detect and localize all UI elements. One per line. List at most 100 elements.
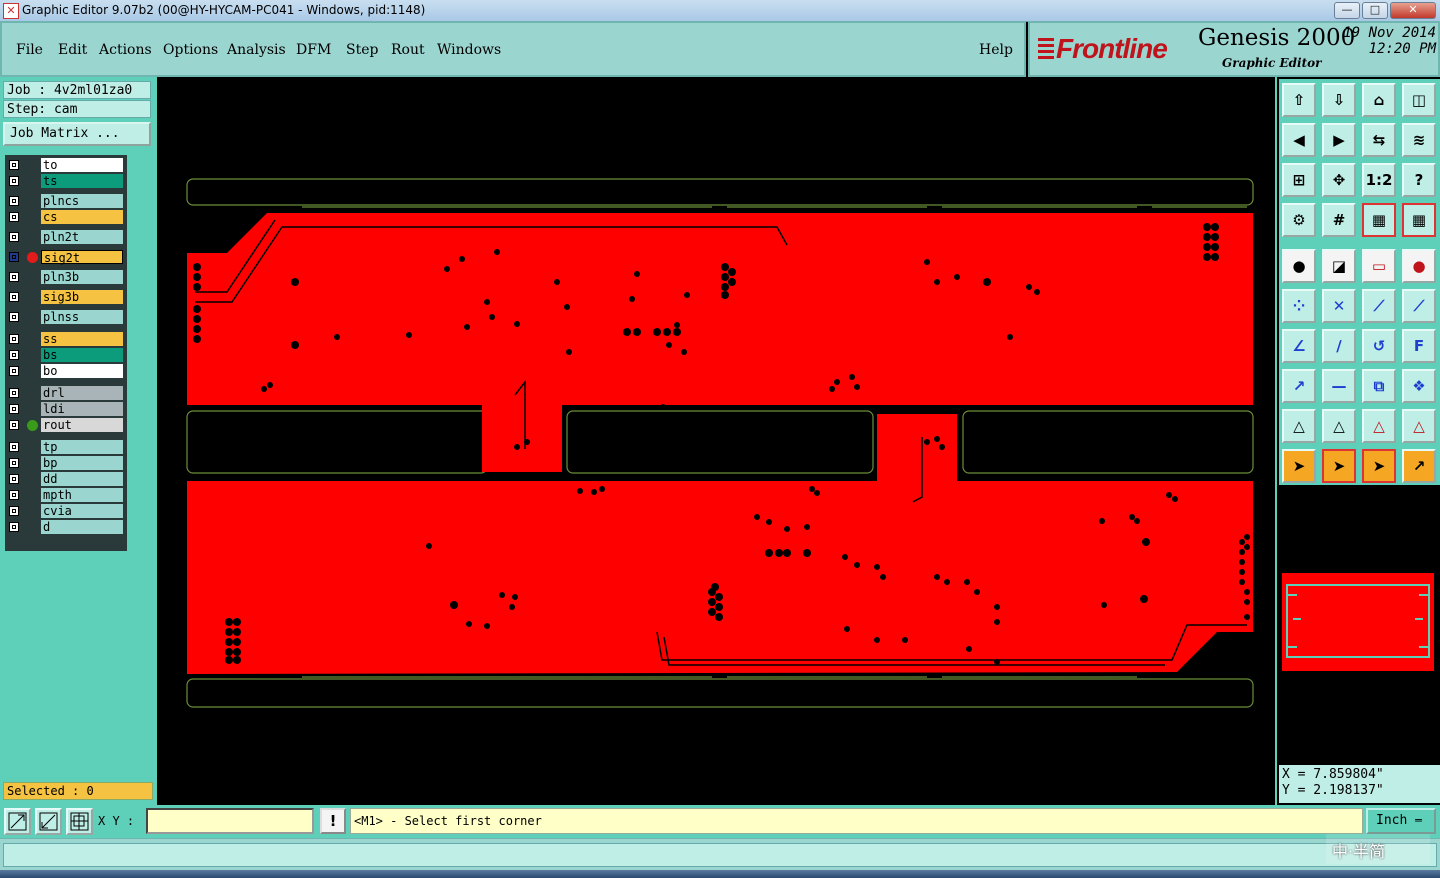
menu-options[interactable]: Options [163,42,218,58]
group-icon[interactable]: ❖ [1402,369,1436,403]
layer-checkbox[interactable] [9,272,19,282]
layer-row-ts[interactable]: ts [5,174,127,189]
layer-row-cvia[interactable]: cvia [5,504,127,519]
pointer-icon[interactable]: ➤ [1282,449,1316,483]
layer-row-d[interactable]: d [5,520,127,535]
resize-icon[interactable]: ↗ [1282,369,1316,403]
slope-icon[interactable]: ∕ [1322,329,1356,363]
layer-checkbox[interactable] [9,212,19,222]
layer-row-bo[interactable]: bo [5,364,127,379]
menu-step[interactable]: Step [346,42,378,58]
layer-row-plncs[interactable]: plncs [5,194,127,209]
layer-row-drl[interactable]: drl [5,386,127,401]
layer-row-ss[interactable]: ss [5,332,127,347]
layer-checkbox[interactable] [9,522,19,532]
layer-checkbox[interactable] [9,292,19,302]
ime-indicator[interactable]: 中·半简 [1326,834,1430,864]
layer-checkbox[interactable] [9,506,19,516]
net-icon[interactable]: ⁘ [1282,289,1316,323]
menu-dfm[interactable]: DFM [296,42,331,58]
properties-icon[interactable]: ⚙ [1282,203,1316,237]
menu-windows[interactable]: Windows [437,42,501,58]
select-chain-icon[interactable]: ↗ [1402,449,1436,483]
layer-checkbox[interactable] [9,474,19,484]
maximize-button[interactable]: □ [1362,2,1388,19]
triangle-a-icon[interactable]: △ [1282,409,1316,443]
menu-help[interactable]: Help [979,42,1013,58]
layer-row-sig3b[interactable]: sig3b [5,290,127,305]
layer-row-to[interactable]: to [5,158,127,173]
warning-button[interactable]: ! [320,808,346,834]
layer-checkbox[interactable] [9,366,19,376]
menu-file[interactable]: File [16,42,43,58]
layer-row-ldi[interactable]: ldi [5,402,127,417]
home-icon[interactable]: ⌂ [1362,83,1396,117]
layer-checkbox[interactable] [9,334,19,344]
triangle-d-icon[interactable]: △ [1402,409,1436,443]
cut-icon[interactable]: — [1322,369,1356,403]
layer-row-pln2t[interactable]: pln2t [5,230,127,245]
layer-checkbox[interactable] [9,252,19,262]
unit-selector[interactable]: Inch ═ [1366,808,1436,834]
layer-row-pln3b[interactable]: pln3b [5,270,127,285]
layer-row-sig2t[interactable]: sig2t [5,250,127,265]
triangle-c-icon[interactable]: △ [1362,409,1396,443]
layer-checkbox[interactable] [9,350,19,360]
layer-checkbox[interactable] [9,176,19,186]
select-box-icon[interactable]: ➤ [1322,449,1356,483]
layer-row-cs[interactable]: cs [5,210,127,225]
layer-checkbox[interactable] [9,404,19,414]
angle-icon[interactable]: ∠ [1282,329,1316,363]
layer-checkbox[interactable] [9,420,19,430]
layer-checkbox[interactable] [9,196,19,206]
layer-row-bs[interactable]: bs [5,348,127,363]
scale-1-2-icon[interactable]: 1:2 [1362,163,1396,197]
menu-analysis[interactable]: Analysis [227,42,286,58]
line-icon[interactable]: ◪ [1322,249,1356,283]
text-icon[interactable]: F [1402,329,1436,363]
select-net-icon[interactable]: ➤ [1362,449,1396,483]
reference-up-icon[interactable]: ⇧ [1282,83,1316,117]
reference-down-icon[interactable]: ⇩ [1322,83,1356,117]
layer-checkbox[interactable] [9,388,19,398]
graphic-canvas[interactable] [157,77,1275,805]
circle-icon[interactable]: ● [1402,249,1436,283]
layer-row-mpth[interactable]: mpth [5,488,127,503]
layer-checkbox[interactable] [9,160,19,170]
layer-row-rout[interactable]: rout [5,418,127,433]
menu-edit[interactable]: Edit [58,42,87,58]
move-point-icon[interactable]: ⟋ [1402,289,1436,323]
snake-icon[interactable]: ≋ [1402,123,1436,157]
measure-box-icon[interactable]: ⧉ [1362,369,1396,403]
pad-icon[interactable]: ● [1282,249,1316,283]
measure-icon[interactable] [35,808,62,835]
layer-right-icon[interactable]: ▶ [1322,123,1356,157]
pan-icon[interactable]: ✥ [1322,163,1356,197]
minimize-button[interactable]: — [1334,2,1360,19]
layer-row-tp[interactable]: tp [5,440,127,455]
layer-row-bp[interactable]: bp [5,456,127,471]
menu-actions[interactable]: Actions [99,42,152,58]
segment-icon[interactable]: ⟋ [1362,289,1396,323]
window-split-icon[interactable]: ◫ [1402,83,1436,117]
grid-snap-icon[interactable] [66,808,93,835]
compare-layer-icon[interactable]: ▦ [1402,203,1436,237]
layer-checkbox[interactable] [9,458,19,468]
layer-checkbox[interactable] [9,312,19,322]
zoom-area-icon[interactable] [4,808,31,835]
highlight-layer-icon[interactable]: ▦ [1362,203,1396,237]
xy-input[interactable] [146,808,314,834]
flip-icon[interactable]: ⇆ [1362,123,1396,157]
arc-icon[interactable]: ↺ [1362,329,1396,363]
layer-checkbox[interactable] [9,490,19,500]
overview-map[interactable] [1279,571,1439,671]
ruler-icon[interactable]: ▭ [1362,249,1396,283]
layer-checkbox[interactable] [9,232,19,242]
close-button[interactable]: ✕ [1390,2,1436,19]
menu-rout[interactable]: Rout [391,42,425,58]
layer-left-icon[interactable]: ◀ [1282,123,1316,157]
triangle-b-icon[interactable]: △ [1322,409,1356,443]
layer-checkbox[interactable] [9,442,19,452]
layer-row-plnss[interactable]: plnss [5,310,127,325]
zoom-fit-icon[interactable]: ⊞ [1282,163,1316,197]
